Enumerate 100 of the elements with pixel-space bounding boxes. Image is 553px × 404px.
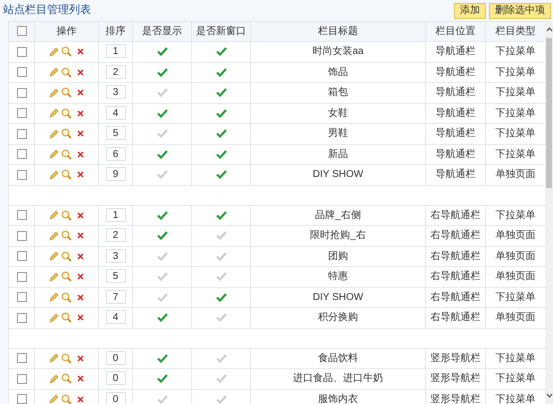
check-icon[interactable]	[216, 129, 226, 138]
delete-icon[interactable]	[77, 232, 84, 240]
delete-icon[interactable]	[77, 68, 84, 76]
scrollbar-thumb[interactable]	[546, 38, 552, 188]
checkbox[interactable]	[16, 108, 26, 118]
check-icon[interactable]	[156, 394, 168, 404]
checkbox[interactable]	[16, 292, 26, 302]
check-icon[interactable]	[216, 374, 226, 384]
check-icon[interactable]	[156, 374, 168, 384]
check-icon[interactable]	[156, 170, 168, 180]
delete-icon[interactable]	[77, 314, 84, 322]
pencil-icon[interactable]	[49, 292, 59, 302]
check-icon[interactable]	[156, 292, 168, 302]
check-icon[interactable]	[216, 313, 226, 322]
checkbox[interactable]	[16, 374, 26, 384]
pencil-icon[interactable]	[49, 251, 59, 262]
order-field[interactable]: 6	[106, 146, 126, 161]
check-icon[interactable]	[216, 252, 226, 261]
order-field[interactable]: 0	[106, 371, 126, 386]
check-icon[interactable]	[156, 210, 168, 220]
magnifier-icon[interactable]	[61, 66, 72, 78]
delete-icon[interactable]	[77, 130, 84, 138]
check-icon[interactable]	[156, 108, 168, 118]
magnifier-icon[interactable]	[61, 148, 72, 160]
delete-icon[interactable]	[77, 273, 84, 280]
magnifier-icon[interactable]	[61, 108, 72, 119]
order-field[interactable]: 7	[106, 290, 126, 304]
magnifier-icon[interactable]	[61, 271, 72, 282]
delete-icon[interactable]	[77, 294, 84, 301]
scroll-up-icon[interactable]	[546, 27, 552, 32]
delete-icon[interactable]	[77, 212, 84, 219]
checkbox[interactable]	[16, 128, 26, 139]
magnifier-icon[interactable]	[61, 292, 72, 303]
checkbox[interactable]	[16, 88, 26, 98]
order-field[interactable]: 5	[106, 269, 126, 284]
order-field[interactable]: 1	[106, 44, 126, 58]
checkbox[interactable]	[16, 210, 26, 220]
checkbox[interactable]	[16, 353, 26, 364]
checkbox[interactable]	[16, 230, 26, 241]
check-icon[interactable]	[216, 88, 226, 98]
magnifier-icon[interactable]	[61, 230, 72, 242]
delete-icon[interactable]	[77, 48, 84, 56]
delete-icon[interactable]	[77, 354, 84, 362]
order-field[interactable]: 4	[106, 106, 126, 120]
check-icon[interactable]	[216, 354, 226, 363]
order-field[interactable]: 0	[106, 350, 126, 365]
toolbar-button[interactable]: 删除选中项	[489, 2, 551, 18]
delete-icon[interactable]	[77, 89, 84, 96]
check-icon[interactable]	[216, 150, 226, 159]
checkbox[interactable]	[16, 312, 26, 323]
pencil-icon[interactable]	[49, 394, 59, 404]
magnifier-icon[interactable]	[61, 373, 72, 384]
delete-icon[interactable]	[77, 396, 84, 403]
order-field[interactable]: 2	[106, 64, 126, 79]
pencil-icon[interactable]	[49, 374, 59, 384]
delete-icon[interactable]	[77, 171, 84, 178]
pencil-icon[interactable]	[49, 312, 59, 323]
pencil-icon[interactable]	[49, 128, 59, 139]
magnifier-icon[interactable]	[61, 46, 72, 58]
check-icon[interactable]	[216, 170, 226, 180]
order-field[interactable]: 4	[106, 310, 126, 324]
delete-icon[interactable]	[77, 252, 84, 260]
check-icon[interactable]	[216, 394, 226, 404]
pencil-icon[interactable]	[49, 353, 59, 364]
check-icon[interactable]	[156, 231, 168, 240]
delete-icon[interactable]	[77, 110, 84, 117]
check-icon[interactable]	[216, 292, 226, 302]
delete-icon[interactable]	[77, 375, 84, 382]
order-field[interactable]: 3	[106, 85, 126, 100]
scrollbar[interactable]	[545, 21, 553, 404]
check-icon[interactable]	[216, 210, 226, 220]
pencil-icon[interactable]	[49, 88, 59, 98]
pencil-icon[interactable]	[49, 108, 59, 118]
pencil-icon[interactable]	[49, 210, 59, 220]
checkbox[interactable]	[16, 149, 26, 160]
magnifier-icon[interactable]	[61, 128, 72, 140]
checkbox[interactable]	[16, 272, 26, 282]
pencil-icon[interactable]	[49, 170, 59, 180]
delete-icon[interactable]	[77, 150, 84, 158]
checkbox[interactable]	[16, 170, 26, 180]
toolbar-button[interactable]: 添加	[454, 2, 486, 18]
pencil-icon[interactable]	[49, 149, 59, 160]
check-icon[interactable]	[216, 68, 226, 77]
pencil-icon[interactable]	[49, 46, 59, 57]
check-icon[interactable]	[216, 47, 226, 56]
checkbox[interactable]	[16, 67, 26, 78]
check-icon[interactable]	[156, 68, 168, 77]
order-field[interactable]: 1	[106, 208, 126, 222]
check-icon[interactable]	[156, 354, 168, 363]
order-field[interactable]: 3	[106, 248, 126, 263]
order-field[interactable]: 0	[106, 392, 126, 404]
check-icon[interactable]	[156, 313, 168, 322]
order-field[interactable]: 2	[106, 228, 126, 242]
magnifier-icon[interactable]	[61, 312, 72, 324]
pencil-icon[interactable]	[49, 67, 59, 78]
checkbox[interactable]	[16, 46, 26, 57]
magnifier-icon[interactable]	[61, 87, 72, 98]
magnifier-icon[interactable]	[61, 250, 72, 262]
check-icon[interactable]	[156, 150, 168, 159]
check-icon[interactable]	[216, 272, 226, 282]
